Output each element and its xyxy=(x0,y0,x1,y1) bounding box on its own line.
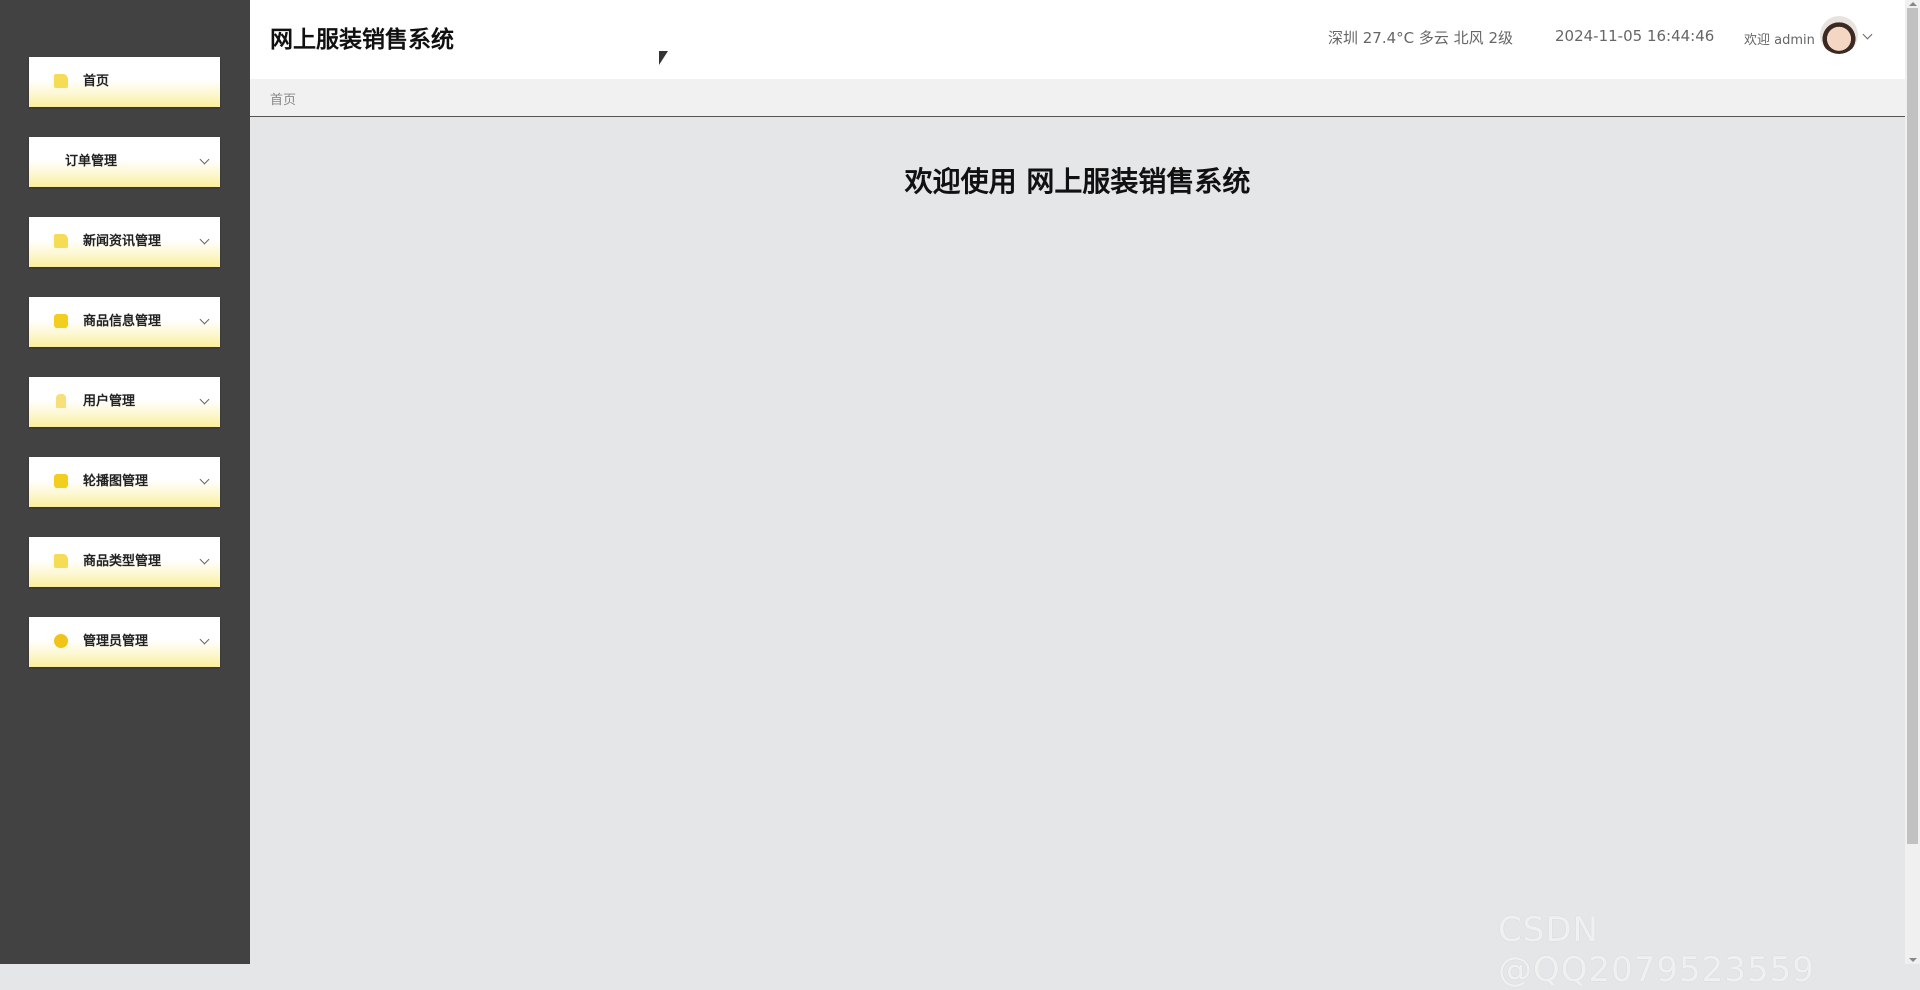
sidebar-item-label: 轮播图管理 xyxy=(83,474,149,489)
weather-info: 深圳 27.4°C 多云 北风 2级 xyxy=(1328,29,1513,47)
chevron-down-icon xyxy=(199,554,210,565)
sidebar-item-label: 管理员管理 xyxy=(83,634,149,649)
sidebar-item-order-management[interactable]: 订单管理 xyxy=(29,137,220,187)
watermark: CSDN @QQ2079523559 xyxy=(1498,910,1815,990)
breadcrumb: 首页 xyxy=(250,79,1905,117)
folder-icon xyxy=(54,234,68,248)
breadcrumb-item-home[interactable]: 首页 xyxy=(270,89,296,108)
sidebar-item-news-management[interactable]: 新闻资讯管理 xyxy=(29,217,220,267)
sidebar-item-label: 订单管理 xyxy=(65,154,118,169)
vertical-scrollbar[interactable] xyxy=(1905,0,1920,964)
chevron-down-icon xyxy=(199,474,210,485)
chevron-down-icon xyxy=(199,154,210,165)
mouse-cursor-icon xyxy=(659,51,668,65)
folder-icon xyxy=(54,554,68,568)
sidebar: 首页 订单管理 新闻资讯管理 商品信息管理 用户管理 轮播图管理 商品类型管理 … xyxy=(0,0,250,964)
sidebar-item-product-info-management[interactable]: 商品信息管理 xyxy=(29,297,220,347)
sidebar-item-home[interactable]: 首页 xyxy=(29,57,220,107)
sidebar-item-label: 商品类型管理 xyxy=(83,554,162,569)
inbox-icon xyxy=(54,314,68,328)
user-icon xyxy=(56,394,66,408)
top-header: 网上服装销售系统 深圳 27.4°C 多云 北风 2级 2024-11-05 1… xyxy=(250,0,1905,79)
chevron-down-icon xyxy=(199,394,210,405)
welcome-heading: 欢迎使用 网上服装销售系统 xyxy=(904,165,1251,198)
sidebar-item-label: 新闻资讯管理 xyxy=(83,234,162,249)
avatar[interactable] xyxy=(1820,16,1858,54)
scroll-up-icon[interactable] xyxy=(1909,2,1917,6)
main-content: 欢迎使用 网上服装销售系统 xyxy=(250,118,1905,964)
chevron-down-icon xyxy=(199,634,210,645)
image-icon xyxy=(54,474,68,488)
scrollbar-thumb[interactable] xyxy=(1907,8,1918,844)
chevron-down-icon[interactable] xyxy=(1862,29,1873,40)
chevron-down-icon xyxy=(199,234,210,245)
sidebar-item-label: 首页 xyxy=(83,74,110,89)
sidebar-item-label: 用户管理 xyxy=(83,394,136,409)
system-title: 网上服装销售系统 xyxy=(270,27,454,53)
sidebar-item-label: 商品信息管理 xyxy=(83,314,162,329)
chevron-down-icon xyxy=(199,314,210,325)
sidebar-item-product-type-management[interactable]: 商品类型管理 xyxy=(29,537,220,587)
coin-icon xyxy=(54,634,68,648)
sidebar-item-admin-management[interactable]: 管理员管理 xyxy=(29,617,220,667)
welcome-user: 欢迎 admin xyxy=(1744,33,1815,48)
sidebar-item-carousel-management[interactable]: 轮播图管理 xyxy=(29,457,220,507)
sidebar-item-user-management[interactable]: 用户管理 xyxy=(29,377,220,427)
current-datetime: 2024-11-05 16:44:46 xyxy=(1555,27,1715,45)
folder-icon xyxy=(54,74,68,88)
